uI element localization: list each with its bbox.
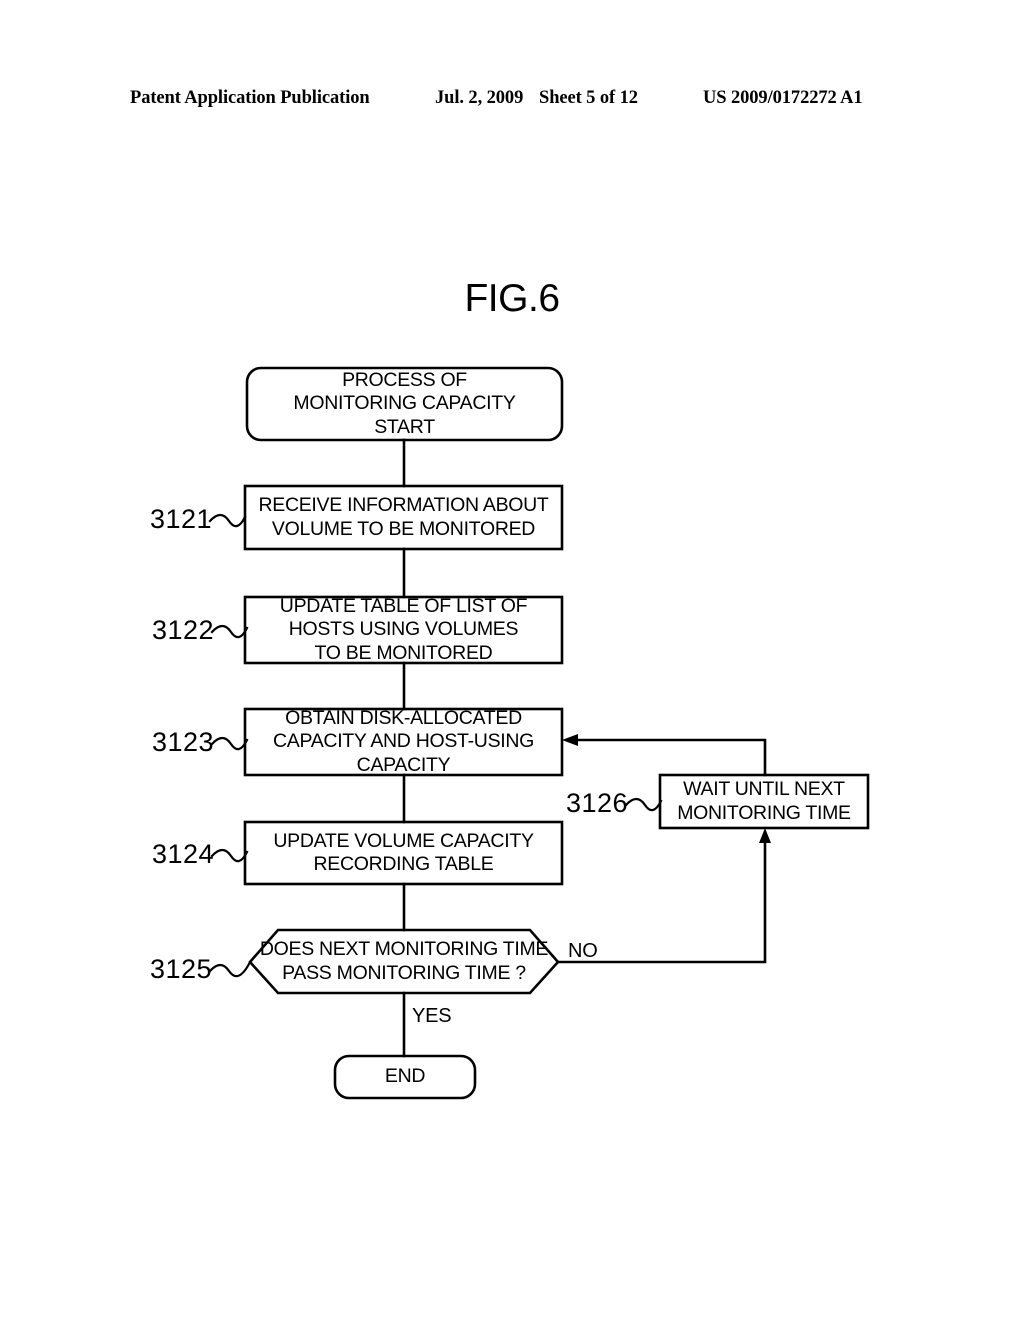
node-3124-text: UPDATE VOLUME CAPACITY RECORDING TABLE (273, 829, 534, 876)
leader-3122 (210, 624, 249, 639)
connector-3126-3123 (572, 738, 767, 777)
arrowhead-into-3123 (562, 734, 578, 746)
node-3125-text: DOES NEXT MONITORING TIME PASS MONITORIN… (259, 938, 549, 984)
leader-3121 (208, 513, 247, 528)
node-3121-text: RECEIVE INFORMATION ABOUT VOLUME TO BE M… (258, 494, 549, 540)
arrowhead-into-3126 (759, 828, 771, 843)
edge-label-no: NO (568, 940, 598, 962)
leader-3124 (210, 848, 249, 863)
step-label-3124: 3124 (152, 839, 215, 869)
step-label-3122: 3122 (152, 615, 215, 645)
node-end-text: END (384, 1065, 426, 1088)
leader-3126 (624, 797, 663, 812)
node-3126-text: WAIT UNTIL NEXT MONITORING TIME (677, 778, 851, 824)
step-label-3121: 3121 (150, 504, 213, 534)
leader-3123 (210, 736, 249, 751)
step-label-3125: 3125 (150, 954, 213, 984)
step-label-3126: 3126 (566, 788, 629, 818)
node-3122-text: UPDATE TABLE OF LIST OF HOSTS USING VOLU… (279, 594, 528, 664)
leader-3125 (208, 962, 251, 978)
node-start-text: PROCESS OF MONITORING CAPACITY START (293, 368, 516, 438)
edge-label-yes: YES (412, 1005, 452, 1027)
step-label-3123: 3123 (152, 727, 215, 757)
node-3123-text: OBTAIN DISK-ALLOCATED CAPACITY AND HOST-… (272, 706, 535, 776)
